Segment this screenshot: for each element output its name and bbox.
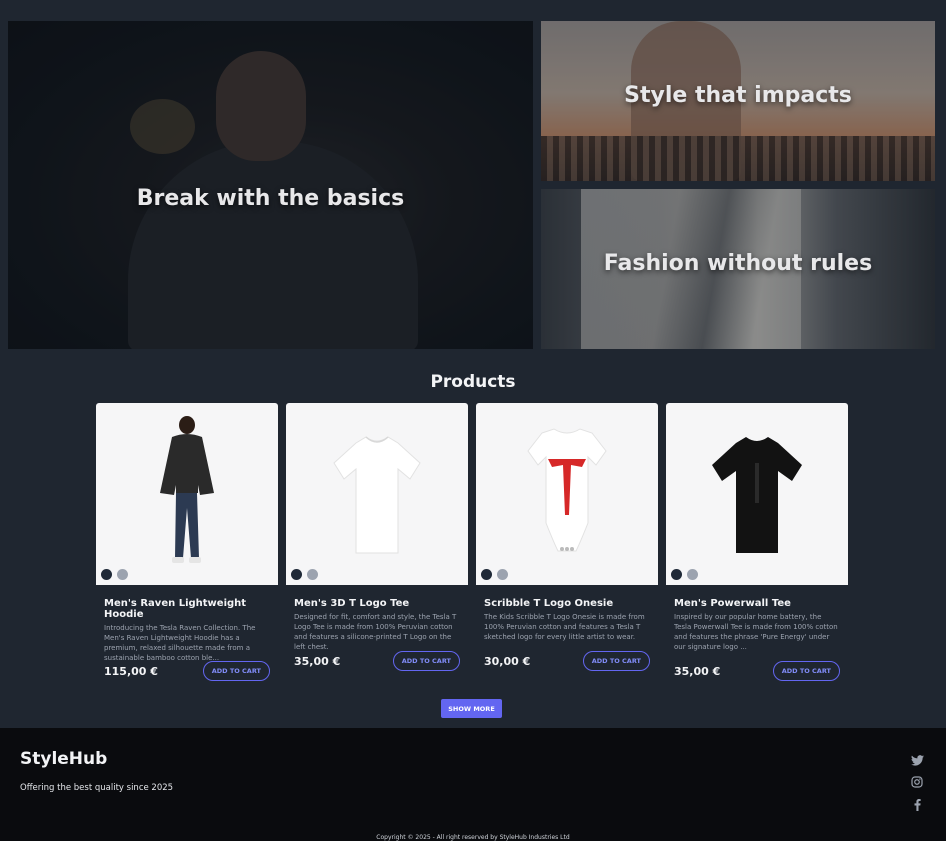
copyright-text: Copyright © 2025 - All right reserved by… [376, 834, 570, 841]
product-description: Inspired by our popular home battery, th… [674, 613, 838, 651]
product-name[interactable]: Men's 3D T Logo Tee [294, 598, 468, 609]
product-card[interactable]: Scribble T Logo Onesie The Kids Scribble… [476, 403, 658, 689]
color-swatches [481, 569, 508, 580]
product-card[interactable]: Men's Powerwall Tee Inspired by our popu… [666, 403, 848, 689]
facebook-icon[interactable] [910, 798, 924, 812]
products-heading: Products [430, 372, 516, 392]
add-to-cart-button[interactable]: ADD TO CART [392, 651, 460, 671]
hero-bottom-right-title: Fashion without rules [603, 251, 873, 276]
show-more-button[interactable]: SHOW MORE [441, 699, 502, 718]
add-to-cart-button[interactable]: ADD TO CART [582, 651, 650, 671]
color-swatch-grey[interactable] [687, 569, 698, 580]
hoodie-model-image [160, 416, 214, 563]
hero-banner-main[interactable]: Break with the basics [8, 21, 533, 349]
product-name[interactable]: Men's Raven Lightweight Hoodie [104, 598, 278, 620]
product-price: 30,00 € [484, 654, 531, 668]
hero-banner-top-right[interactable]: Style that impacts [541, 21, 935, 181]
add-to-cart-button[interactable]: ADD TO CART [202, 661, 270, 681]
site-footer: StyleHub Offering the best quality since… [0, 728, 946, 841]
color-swatch-dark[interactable] [101, 569, 112, 580]
product-name[interactable]: Scribble T Logo Onesie [484, 598, 658, 609]
product-name[interactable]: Men's Powerwall Tee [674, 598, 848, 609]
hero-top-right-title: Style that impacts [624, 83, 852, 108]
color-swatches [101, 569, 128, 580]
black-tshirt-image [712, 437, 802, 553]
product-image[interactable] [666, 403, 848, 585]
footer-tagline: Offering the best quality since 2025 [20, 783, 174, 793]
product-description: Introducing the Tesla Raven Collection. … [104, 624, 256, 662]
onesie-image [527, 428, 607, 552]
hero-main-title: Break with the basics [136, 186, 405, 211]
color-swatch-grey[interactable] [117, 569, 128, 580]
product-description: Designed for fit, comfort and style, the… [294, 613, 457, 651]
product-price: 35,00 € [674, 664, 721, 678]
product-image[interactable] [286, 403, 468, 585]
color-swatch-dark[interactable] [671, 569, 682, 580]
hero-banner-bottom-right[interactable]: Fashion without rules [541, 189, 935, 349]
instagram-icon[interactable] [910, 775, 924, 789]
white-tshirt-image [333, 436, 421, 554]
color-swatch-grey[interactable] [497, 569, 508, 580]
product-card[interactable]: Men's Raven Lightweight Hoodie Introduci… [96, 403, 278, 689]
product-image[interactable] [476, 403, 658, 585]
color-swatches [671, 569, 698, 580]
product-description: The Kids Scribble T Logo Onesie is made … [484, 613, 645, 641]
color-swatch-dark[interactable] [481, 569, 492, 580]
product-image[interactable] [96, 403, 278, 585]
color-swatches [291, 569, 318, 580]
footer-brand[interactable]: StyleHub [20, 749, 107, 769]
add-to-cart-button[interactable]: ADD TO CART [772, 661, 840, 681]
product-price: 35,00 € [294, 654, 341, 668]
color-swatch-grey[interactable] [307, 569, 318, 580]
product-card[interactable]: Men's 3D T Logo Tee Designed for fit, co… [286, 403, 468, 689]
color-swatch-dark[interactable] [291, 569, 302, 580]
product-price: 115,00 € [104, 664, 158, 678]
twitter-icon[interactable] [910, 753, 924, 767]
